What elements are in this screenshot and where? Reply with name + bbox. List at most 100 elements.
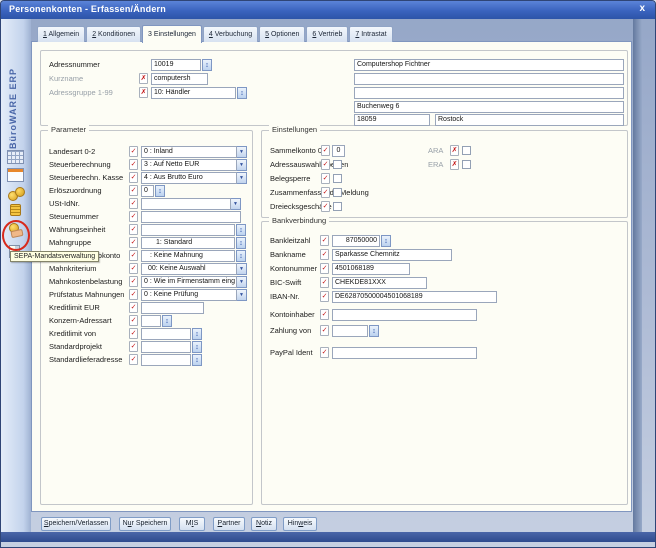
- flag-check-icon[interactable]: ✓: [129, 302, 138, 313]
- flag-check-icon[interactable]: ✓: [129, 328, 138, 339]
- spinner-icon[interactable]: ↕: [192, 341, 202, 353]
- spinner-icon[interactable]: ↕: [192, 328, 202, 340]
- zip-field[interactable]: 18059: [354, 114, 430, 126]
- mahngruppe-field[interactable]: 1: Standard: [141, 237, 235, 249]
- dropdown-arrow-icon[interactable]: ▼: [237, 289, 247, 301]
- steuernummer-field[interactable]: [141, 211, 241, 223]
- dropdown-arrow-icon[interactable]: ▼: [237, 172, 247, 184]
- konzern-adressart-field[interactable]: [141, 315, 161, 327]
- mahngruppe-abkonto-field[interactable]: : Keine Mahnung: [141, 250, 235, 262]
- spinner-icon[interactable]: ↕: [236, 237, 246, 249]
- partner-button[interactable]: Partner: [213, 517, 245, 531]
- numpad-icon[interactable]: [7, 150, 24, 164]
- name3-field[interactable]: [354, 87, 624, 99]
- flag-check-icon[interactable]: ✓: [321, 173, 330, 184]
- flag-check-icon[interactable]: ✓: [321, 159, 330, 170]
- standardprojekt-field[interactable]: [141, 341, 191, 353]
- speichern-verlassen-button[interactable]: Speichern/Verlassen: [41, 517, 111, 531]
- belegsperre-checkbox[interactable]: [333, 174, 342, 183]
- mahnkostenbelastung-combo[interactable]: 0 : Wie im Firmenstamm eing: [141, 276, 237, 288]
- tab-optionen[interactable]: 5 Optionen: [259, 26, 305, 42]
- partner-coins-icon[interactable]: [7, 186, 24, 200]
- flag-check-icon[interactable]: ✓: [321, 145, 330, 156]
- tab-konditionen[interactable]: 2 Konditionen: [86, 26, 141, 42]
- tab-intrastat[interactable]: 7 Intrastat: [349, 26, 392, 42]
- dropdown-arrow-icon[interactable]: ▼: [237, 276, 247, 288]
- pruefstatus-combo[interactable]: 0 : Keine Prüfung: [141, 289, 237, 301]
- zusammenfassende-meldung-checkbox[interactable]: [333, 188, 342, 197]
- bankleitzahl-field[interactable]: 87050000: [332, 235, 380, 247]
- mis-button[interactable]: MIS: [179, 517, 205, 531]
- flag-check-icon[interactable]: ✓: [320, 325, 329, 336]
- adressauswahl-checkbox[interactable]: [333, 160, 342, 169]
- close-icon[interactable]: x: [639, 3, 645, 15]
- name1-field[interactable]: Computershop Fichtner: [354, 59, 624, 71]
- kontoinhaber-field[interactable]: [332, 309, 477, 321]
- sammelkonto-field[interactable]: 0: [332, 145, 345, 157]
- coins-stack-icon[interactable]: [10, 204, 21, 216]
- kontonummer-field[interactable]: 4501068189: [332, 263, 410, 275]
- flag-check-icon[interactable]: ✓: [129, 224, 138, 235]
- flag-check-icon[interactable]: ✓: [129, 354, 138, 365]
- flag-check-icon[interactable]: ✓: [129, 289, 138, 300]
- ustidnr-combo[interactable]: [141, 198, 231, 210]
- spinner-icon[interactable]: ↕: [236, 250, 246, 262]
- standardlieferadresse-field[interactable]: [141, 354, 191, 366]
- erloeszuordnung-field[interactable]: 0: [141, 185, 154, 197]
- flag-check-icon[interactable]: ✓: [129, 250, 138, 261]
- dreiecksgeschaefte-checkbox[interactable]: [333, 202, 342, 211]
- spinner-icon[interactable]: ↕: [381, 235, 391, 247]
- flag-check-icon[interactable]: ✓: [129, 172, 138, 183]
- form-window-icon[interactable]: [7, 168, 24, 182]
- flag-check-icon[interactable]: ✓: [321, 201, 330, 212]
- iban-field[interactable]: DE62870500004501068189: [332, 291, 497, 303]
- kreditlimit-von-field[interactable]: [141, 328, 191, 340]
- spinner-icon[interactable]: ↕: [162, 315, 172, 327]
- waehrungseinheit-field[interactable]: [141, 224, 235, 236]
- nur-speichern-button[interactable]: Nur Speichern: [119, 517, 171, 531]
- spinner-icon[interactable]: ↕: [369, 325, 379, 337]
- tab-vertrieb[interactable]: 6 Vertrieb: [306, 26, 348, 42]
- mahnkriterium-combo[interactable]: 00: Keine Auswahl: [141, 263, 237, 275]
- dropdown-arrow-icon[interactable]: ▼: [237, 159, 247, 171]
- flag-check-icon[interactable]: ✓: [320, 263, 329, 274]
- street-field[interactable]: Buchenweg 6: [354, 101, 624, 113]
- city-field[interactable]: Rostock: [435, 114, 624, 126]
- flag-check-icon[interactable]: ✓: [129, 263, 138, 274]
- landesart-combo[interactable]: 0 : Inland: [141, 146, 237, 158]
- flag-check-icon[interactable]: ✓: [129, 185, 138, 196]
- steuerberechnung-combo[interactable]: 3 : Auf Netto EUR: [141, 159, 237, 171]
- kreditlimit-eur-field[interactable]: [141, 302, 204, 314]
- flag-check-icon[interactable]: ✓: [320, 235, 329, 246]
- flag-check-icon[interactable]: ✓: [129, 276, 138, 287]
- tab-einstellungen[interactable]: 3 Einstellungen: [142, 25, 202, 43]
- flag-check-icon[interactable]: ✓: [129, 341, 138, 352]
- flag-x-icon[interactable]: ✗: [450, 159, 459, 170]
- flag-x-icon[interactable]: ✗: [450, 145, 459, 156]
- spinner-icon[interactable]: ↕: [155, 185, 165, 197]
- flag-check-icon[interactable]: ✓: [129, 198, 138, 209]
- spinner-icon[interactable]: ↕: [236, 224, 246, 236]
- dropdown-arrow-icon[interactable]: ▼: [237, 263, 247, 275]
- zahlung-von-field[interactable]: [332, 325, 368, 337]
- flag-check-icon[interactable]: ✓: [320, 347, 329, 358]
- flag-check-icon[interactable]: ✓: [129, 159, 138, 170]
- flag-check-icon[interactable]: ✓: [321, 187, 330, 198]
- hinweis-button[interactable]: Hinweis: [283, 517, 317, 531]
- flag-check-icon[interactable]: ✓: [129, 315, 138, 326]
- tab-verbuchung[interactable]: 4 Verbuchung: [203, 26, 258, 42]
- paypal-ident-field[interactable]: [332, 347, 477, 359]
- flag-check-icon[interactable]: ✓: [129, 146, 138, 157]
- name2-field[interactable]: [354, 73, 624, 85]
- ara-checkbox[interactable]: [462, 146, 471, 155]
- flag-check-icon[interactable]: ✓: [129, 237, 138, 248]
- bankname-field[interactable]: Sparkasse Chemnitz: [332, 249, 452, 261]
- dropdown-arrow-icon[interactable]: ▼: [237, 146, 247, 158]
- dropdown-arrow-icon[interactable]: ▼: [231, 198, 241, 210]
- flag-check-icon[interactable]: ✓: [320, 309, 329, 320]
- era-checkbox[interactable]: [462, 160, 471, 169]
- flag-check-icon[interactable]: ✓: [320, 249, 329, 260]
- steuerberechn-kasse-combo[interactable]: 4 : Aus Brutto Euro: [141, 172, 237, 184]
- tab-allgemein[interactable]: 1 Allgemein: [37, 26, 85, 42]
- bic-swift-field[interactable]: CHEKDE81XXX: [332, 277, 427, 289]
